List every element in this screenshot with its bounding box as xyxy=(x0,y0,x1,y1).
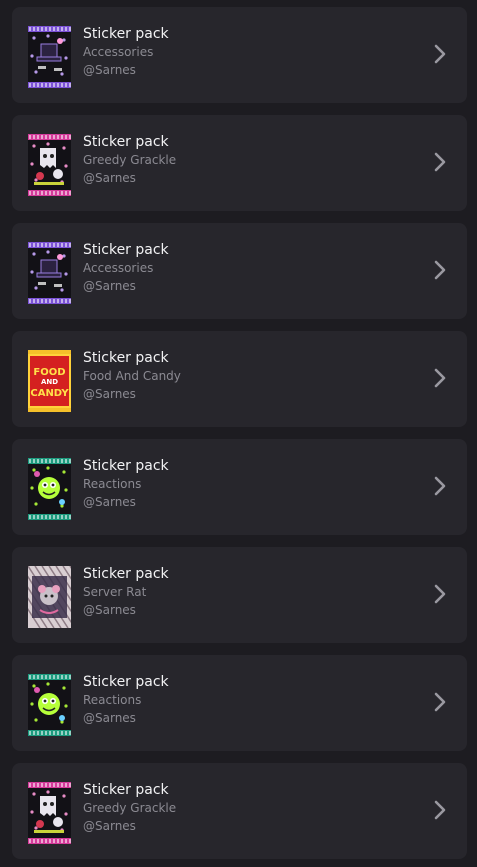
sticker-pack-card[interactable]: Sticker pack Greedy Grackle @Sarnes xyxy=(12,115,467,211)
pack-name: Greedy Grackle xyxy=(83,153,177,167)
pack-info: Sticker pack Accessories @Sarnes xyxy=(83,25,169,79)
sticker-pack-card[interactable]: FOOD AND CANDY Sticker pack Food And Candy @S… xyxy=(12,331,467,427)
pack-name: Reactions xyxy=(83,693,142,707)
pack-author: @Sarnes xyxy=(83,603,136,617)
chevron-right-icon[interactable] xyxy=(433,583,447,605)
pack-type-label: Sticker pack xyxy=(83,674,169,690)
pack-info: Sticker pack Reactions @Sarnes xyxy=(83,673,169,727)
food-and-candy-pack-icon: FOOD AND CANDY xyxy=(28,350,71,412)
pack-author: @Sarnes xyxy=(83,711,136,725)
pack-text: CANDY xyxy=(30,388,69,399)
reactions-pack-icon xyxy=(28,674,71,736)
pack-info: Sticker pack Greedy Grackle @Sarnes xyxy=(83,781,176,835)
sticker-pack-card[interactable]: Sticker pack Reactions @Sarnes xyxy=(12,439,467,535)
pack-text: AND xyxy=(41,378,58,386)
pack-type-label: Sticker pack xyxy=(83,134,169,150)
pack-name: Accessories xyxy=(83,261,154,275)
chevron-right-icon[interactable] xyxy=(433,475,447,497)
pack-type-label: Sticker pack xyxy=(83,782,169,798)
chevron-right-icon[interactable] xyxy=(433,151,447,173)
pack-type-label: Sticker pack xyxy=(83,350,169,366)
pack-name: Server Rat xyxy=(83,585,147,599)
chevron-right-icon[interactable] xyxy=(433,43,447,65)
pack-author: @Sarnes xyxy=(83,279,136,293)
reactions-pack-icon xyxy=(28,458,71,520)
server-rat-pack-icon xyxy=(28,566,71,628)
accessories-pack-icon xyxy=(28,242,71,304)
sticker-pack-card[interactable]: Sticker pack Accessories @Sarnes xyxy=(12,223,467,319)
pack-author: @Sarnes xyxy=(83,495,136,509)
pack-author: @Sarnes xyxy=(83,63,136,77)
chevron-right-icon[interactable] xyxy=(433,799,447,821)
pack-author: @Sarnes xyxy=(83,819,136,833)
pack-name: Accessories xyxy=(83,45,154,59)
sticker-pack-card[interactable]: Sticker pack Greedy Grackle @Sarnes xyxy=(12,763,467,859)
pack-type-label: Sticker pack xyxy=(83,566,169,582)
pack-type-label: Sticker pack xyxy=(83,242,169,258)
greedy-grackle-pack-icon xyxy=(28,782,71,844)
sticker-pack-list: Sticker pack Accessories @Sarnes Sticker pa… xyxy=(0,0,477,867)
pack-author: @Sarnes xyxy=(83,171,136,185)
pack-info: Sticker pack Greedy Grackle @Sarnes xyxy=(83,133,176,187)
sticker-pack-card[interactable]: Sticker pack Server Rat @Sarnes xyxy=(12,547,467,643)
greedy-grackle-pack-icon xyxy=(28,134,71,196)
pack-name: Greedy Grackle xyxy=(83,801,177,815)
pack-info: Sticker pack Accessories @Sarnes xyxy=(83,241,169,295)
chevron-right-icon[interactable] xyxy=(433,691,447,713)
pack-type-label: Sticker pack xyxy=(83,458,169,474)
chevron-right-icon[interactable] xyxy=(433,259,447,281)
pack-text: FOOD xyxy=(33,367,65,378)
chevron-right-icon[interactable] xyxy=(433,367,447,389)
pack-name: Reactions xyxy=(83,477,142,491)
pack-name: Food And Candy xyxy=(83,369,181,383)
sticker-pack-card[interactable]: Sticker pack Reactions @Sarnes xyxy=(12,655,467,751)
sticker-pack-card[interactable]: Sticker pack Accessories @Sarnes xyxy=(12,7,467,103)
accessories-pack-icon xyxy=(28,26,71,88)
pack-info: Sticker pack Food And Candy @Sarnes xyxy=(83,349,181,403)
pack-info: Sticker pack Reactions @Sarnes xyxy=(83,457,169,511)
pack-author: @Sarnes xyxy=(83,387,136,401)
pack-type-label: Sticker pack xyxy=(83,26,169,42)
pack-info: Sticker pack Server Rat @Sarnes xyxy=(83,565,169,619)
